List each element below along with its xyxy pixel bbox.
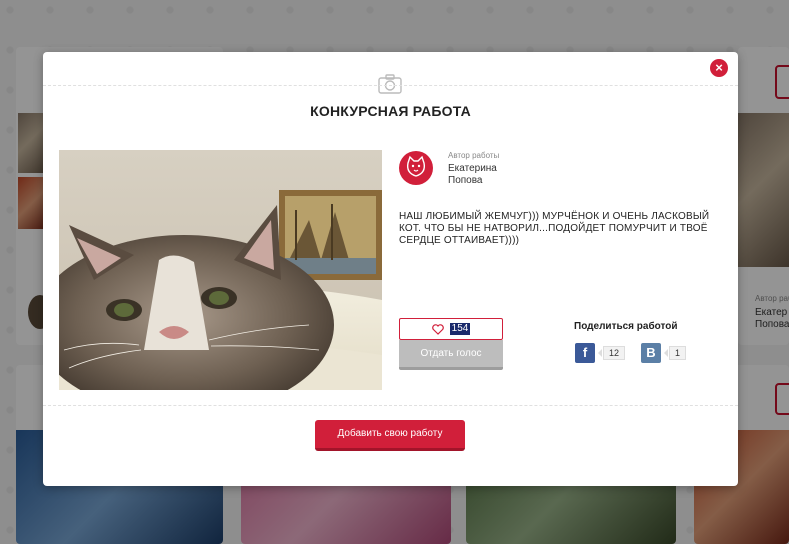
entry-description: НАШ ЛЮБИМЫЙ ЖЕМЧУГ))) МУРЧЁНОК И ОЧЕНЬ Л… <box>399 211 710 246</box>
close-button[interactable]: × <box>710 59 728 77</box>
cat-photo-illustration <box>59 150 382 390</box>
like-counter[interactable]: 154 <box>399 318 503 340</box>
facebook-icon[interactable]: f <box>575 343 595 363</box>
contest-entry-modal: × КОНКУРСНАЯ РАБОТА Автор работы Екатери… <box>43 52 738 486</box>
divider <box>43 405 738 406</box>
author-name[interactable]: Екатерина Попова <box>448 163 528 187</box>
vkontakte-icon[interactable]: В <box>641 343 661 363</box>
share-label: Поделиться работой <box>574 321 678 332</box>
author-caption: Автор работы <box>448 151 500 160</box>
cat-face-icon <box>406 155 426 177</box>
camera-icon <box>378 74 402 94</box>
like-count: 154 <box>449 323 471 335</box>
vote-button[interactable]: Отдать голос <box>399 340 503 370</box>
add-entry-button[interactable]: Добавить свою работу <box>315 420 465 451</box>
divider <box>43 85 738 86</box>
share-vkontakte[interactable]: В 1 <box>641 343 687 363</box>
modal-title: КОНКУРСНАЯ РАБОТА <box>310 103 471 119</box>
facebook-share-count: 12 <box>597 346 626 360</box>
vkontakte-share-count: 1 <box>663 346 687 360</box>
entry-photo <box>59 150 382 390</box>
heart-icon <box>431 323 444 335</box>
share-facebook[interactable]: f 12 <box>575 343 626 363</box>
author-avatar <box>399 151 433 185</box>
